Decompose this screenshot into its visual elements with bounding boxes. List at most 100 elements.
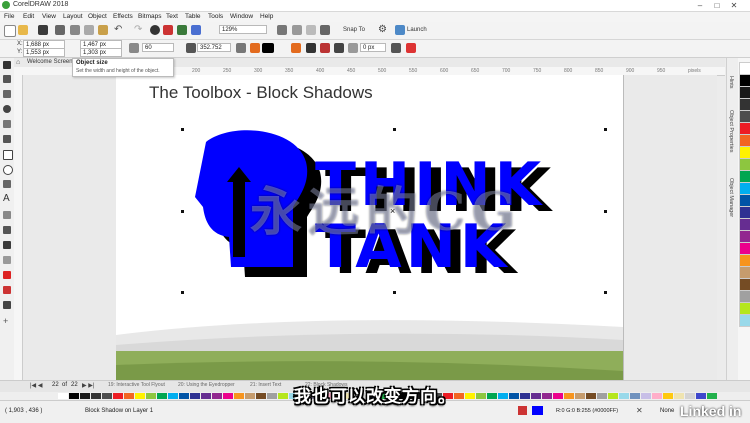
- pick-tool-icon[interactable]: [3, 61, 11, 69]
- home-icon[interactable]: ⌂: [16, 59, 20, 66]
- publish-pdf-icon[interactable]: [191, 25, 201, 35]
- window-title: CorelDRAW 2018: [13, 1, 69, 8]
- ruler-tick-label: 300: [254, 68, 263, 74]
- selection-handle-tm[interactable]: [393, 128, 396, 131]
- smart-fill-icon[interactable]: [3, 301, 11, 309]
- zoom-tool-icon[interactable]: [3, 105, 11, 113]
- tooltip-body: Set the width and height of the object.: [76, 68, 160, 74]
- menu-layout[interactable]: Layout: [63, 12, 83, 22]
- artistic-media-icon[interactable]: [3, 135, 11, 143]
- import-icon[interactable]: [163, 25, 173, 35]
- shadow-opacity-field[interactable]: 60: [142, 43, 174, 52]
- full-screen-icon[interactable]: [277, 25, 287, 35]
- rectangle-tool-icon[interactable]: [3, 150, 13, 160]
- tab-welcome-screen[interactable]: Welcome Screen: [27, 59, 73, 65]
- ruler-tick-label: 500: [378, 68, 387, 74]
- ruler-tick-label: 750: [533, 68, 542, 74]
- menu-help[interactable]: Help: [260, 12, 273, 22]
- launch-icon[interactable]: [395, 25, 405, 35]
- undo-icon[interactable]: ↶: [114, 24, 122, 35]
- menu-table[interactable]: Table: [185, 12, 201, 22]
- selection-handle-br[interactable]: [604, 291, 607, 294]
- coreldraw-app-icon: [2, 1, 10, 9]
- selection-handle-tl[interactable]: [181, 128, 184, 131]
- copy-properties-icon[interactable]: [391, 43, 401, 53]
- selection-handle-tr[interactable]: [604, 128, 607, 131]
- save-icon[interactable]: [38, 25, 48, 35]
- rulers-icon[interactable]: [292, 25, 302, 35]
- ruler-tick-label: 900: [626, 68, 635, 74]
- clear-block-shadow-icon[interactable]: [406, 43, 416, 53]
- watermark: 永远的CG: [250, 182, 522, 243]
- rotation-icon[interactable]: [186, 43, 196, 53]
- search-content-icon[interactable]: [150, 25, 160, 35]
- selection-handle-mr[interactable]: [604, 210, 607, 213]
- eyedropper-tool-icon[interactable]: [3, 271, 11, 279]
- maximize-button[interactable]: □: [710, 0, 724, 11]
- selection-handle-bm[interactable]: [393, 291, 396, 294]
- lock-ratio-icon[interactable]: [129, 43, 139, 53]
- tooltip-title: Object size: [76, 60, 108, 66]
- add-tool-icon[interactable]: +: [3, 316, 8, 326]
- block-shadow-tool-icon[interactable]: [3, 241, 11, 249]
- palette-swatch[interactable]: [739, 314, 750, 327]
- zoom-level-field[interactable]: 129%: [219, 25, 267, 34]
- open-folder-icon[interactable]: [18, 25, 28, 35]
- guidelines-icon[interactable]: [320, 25, 330, 35]
- options-gear-icon[interactable]: ⚙: [378, 24, 387, 35]
- export-icon[interactable]: [177, 25, 187, 35]
- shadow-depth-field[interactable]: 0 px: [360, 43, 386, 52]
- shape-tool-icon[interactable]: [3, 75, 11, 83]
- shadow-color-swatch[interactable]: [262, 43, 274, 53]
- polygon-tool-icon[interactable]: [3, 180, 11, 188]
- menu-edit[interactable]: Edit: [23, 12, 34, 22]
- fill-color-swatch[interactable]: [532, 406, 543, 415]
- menu-window[interactable]: Window: [230, 12, 253, 22]
- fill-bucket-icon[interactable]: [250, 43, 260, 53]
- overprint-icon[interactable]: [334, 43, 344, 53]
- y-position-field[interactable]: 1,553 px: [23, 48, 65, 57]
- ruler-tick-label: pixels: [688, 68, 701, 74]
- freehand-tool-icon[interactable]: [3, 120, 11, 128]
- height-field[interactable]: 1,303 px: [80, 48, 122, 57]
- shadow-direction-icon[interactable]: [236, 43, 246, 53]
- cut-icon[interactable]: [70, 25, 80, 35]
- text-tool-icon[interactable]: A: [3, 193, 10, 204]
- interactive-fill-icon[interactable]: [3, 286, 11, 294]
- paste-icon[interactable]: [98, 25, 108, 35]
- angle-field[interactable]: 352.752: [197, 43, 231, 52]
- simplify-icon[interactable]: [306, 43, 316, 53]
- video-subtitle: 我也可以改变方向。: [294, 387, 456, 407]
- menu-object[interactable]: Object: [88, 12, 107, 22]
- redo-icon[interactable]: ↷: [134, 24, 142, 35]
- selection-handle-bl[interactable]: [181, 291, 184, 294]
- remove-holes-icon[interactable]: [320, 43, 330, 53]
- menu-bitmaps[interactable]: Bitmaps: [138, 12, 161, 22]
- transparency-tool-icon[interactable]: [3, 256, 11, 264]
- docker-tab-hints[interactable]: Hints: [728, 76, 734, 89]
- menu-effects[interactable]: Effects: [113, 12, 133, 22]
- parallel-dimension-icon[interactable]: [3, 211, 11, 219]
- docker-tab-object-properties[interactable]: Object Properties: [728, 110, 734, 153]
- snap-to-dropdown[interactable]: Snap To: [343, 27, 365, 33]
- menu-text[interactable]: Text: [166, 12, 178, 22]
- outline-icon[interactable]: [291, 43, 301, 53]
- launch-dropdown[interactable]: Launch: [407, 27, 427, 33]
- connector-tool-icon[interactable]: [3, 226, 11, 234]
- menu-tools[interactable]: Tools: [208, 12, 223, 22]
- menu-file[interactable]: File: [4, 12, 14, 22]
- docker-tab-object-manager[interactable]: Object Manager: [728, 178, 734, 217]
- print-icon[interactable]: [55, 25, 65, 35]
- grid-icon[interactable]: [306, 25, 316, 35]
- menu-view[interactable]: View: [42, 12, 56, 22]
- new-document-icon[interactable]: [4, 25, 16, 37]
- copy-icon[interactable]: [84, 25, 94, 35]
- crop-tool-icon[interactable]: [3, 90, 11, 98]
- ellipse-tool-icon[interactable]: [3, 165, 13, 175]
- vertical-ruler: [14, 75, 23, 380]
- close-button[interactable]: ✕: [727, 0, 741, 11]
- ruler-tick-label: 700: [502, 68, 511, 74]
- selection-handle-ml[interactable]: [181, 210, 184, 213]
- vector-extrude-icon[interactable]: [348, 43, 358, 53]
- minimize-button[interactable]: –: [693, 0, 707, 11]
